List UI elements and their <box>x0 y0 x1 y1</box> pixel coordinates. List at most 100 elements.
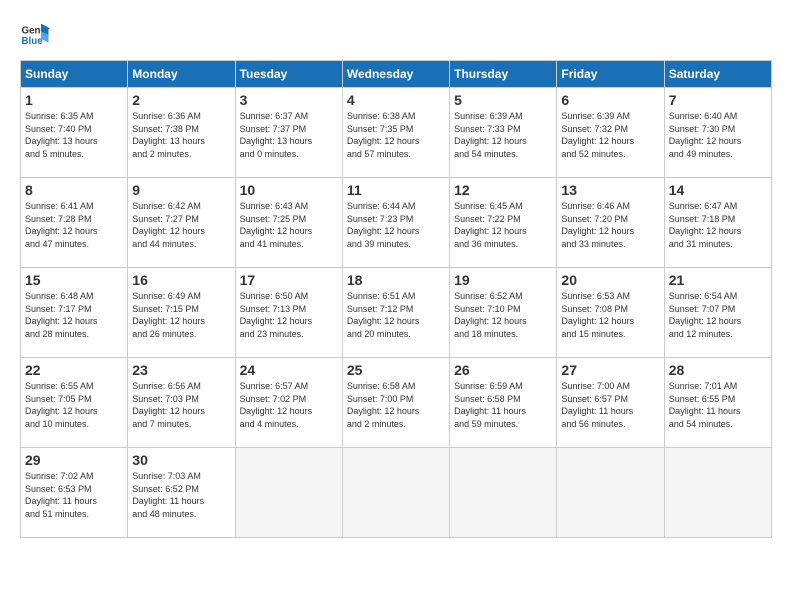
day-cell: 4 Sunrise: 6:38 AMSunset: 7:35 PMDaylight… <box>342 88 449 178</box>
calendar-week-row: 22Sunrise: 6:55 AMSunset: 7:05 PMDayligh… <box>21 358 772 448</box>
weekday-header-saturday: Saturday <box>664 61 771 88</box>
day-cell: 17 Sunrise: 6:50 AMSunset: 7:13 PMDayligh… <box>235 268 342 358</box>
day-info: Sunrise: 6:43 AMSunset: 7:25 PMDaylight:… <box>240 200 338 250</box>
day-number: 19 <box>454 272 552 288</box>
weekday-header-sunday: Sunday <box>21 61 128 88</box>
day-info: Sunrise: 6:47 AMSunset: 7:18 PMDaylight:… <box>669 200 767 250</box>
day-number: 21 <box>669 272 767 288</box>
day-number: 13 <box>561 182 659 198</box>
day-cell: 24Sunrise: 6:57 AMSunset: 7:02 PMDayligh… <box>235 358 342 448</box>
day-info: Sunrise: 6:44 AMSunset: 7:23 PMDaylight:… <box>347 200 445 250</box>
day-info: Sunrise: 6:35 AMSunset: 7:40 PMDaylight:… <box>25 110 123 160</box>
day-info: Sunrise: 6:50 AMSunset: 7:13 PMDaylight:… <box>240 290 338 340</box>
day-info: Sunrise: 6:46 AMSunset: 7:20 PMDaylight:… <box>561 200 659 250</box>
day-number: 1 <box>25 92 123 108</box>
day-number: 25 <box>347 362 445 378</box>
weekday-header-friday: Friday <box>557 61 664 88</box>
day-cell: 10 Sunrise: 6:43 AMSunset: 7:25 PMDayligh… <box>235 178 342 268</box>
day-number: 29 <box>25 452 123 468</box>
day-info: Sunrise: 6:51 AMSunset: 7:12 PMDaylight:… <box>347 290 445 340</box>
day-cell: 12Sunrise: 6:45 AMSunset: 7:22 PMDayligh… <box>450 178 557 268</box>
calendar-week-row: 1 Sunrise: 6:35 AMSunset: 7:40 PMDaylight… <box>21 88 772 178</box>
day-cell: 5Sunrise: 6:39 AMSunset: 7:33 PMDaylight… <box>450 88 557 178</box>
day-info: Sunrise: 6:59 AMSunset: 6:58 PMDaylight:… <box>454 380 552 430</box>
weekday-header-wednesday: Wednesday <box>342 61 449 88</box>
day-info: Sunrise: 6:53 AMSunset: 7:08 PMDaylight:… <box>561 290 659 340</box>
day-number: 4 <box>347 92 445 108</box>
empty-cell <box>450 448 557 538</box>
day-info: Sunrise: 7:00 AMSunset: 6:57 PMDaylight:… <box>561 380 659 430</box>
day-number: 17 <box>240 272 338 288</box>
day-cell: 16 Sunrise: 6:49 AMSunset: 7:15 PMDayligh… <box>128 268 235 358</box>
day-number: 20 <box>561 272 659 288</box>
day-info: Sunrise: 7:01 AMSunset: 6:55 PMDaylight:… <box>669 380 767 430</box>
day-number: 16 <box>132 272 230 288</box>
day-number: 22 <box>25 362 123 378</box>
day-cell: 11 Sunrise: 6:44 AMSunset: 7:23 PMDayligh… <box>342 178 449 268</box>
day-cell: 27 Sunrise: 7:00 AMSunset: 6:57 PMDayligh… <box>557 358 664 448</box>
day-info: Sunrise: 6:40 AMSunset: 7:30 PMDaylight:… <box>669 110 767 160</box>
calendar-week-row: 15 Sunrise: 6:48 AMSunset: 7:17 PMDayligh… <box>21 268 772 358</box>
day-cell: 13 Sunrise: 6:46 AMSunset: 7:20 PMDayligh… <box>557 178 664 268</box>
day-number: 14 <box>669 182 767 198</box>
header: General Blue <box>20 20 772 50</box>
day-number: 2 <box>132 92 230 108</box>
empty-cell <box>235 448 342 538</box>
day-number: 18 <box>347 272 445 288</box>
day-cell: 29 Sunrise: 7:02 AMSunset: 6:53 PMDayligh… <box>21 448 128 538</box>
day-number: 10 <box>240 182 338 198</box>
day-info: Sunrise: 7:02 AMSunset: 6:53 PMDaylight:… <box>25 470 123 520</box>
weekday-header-monday: Monday <box>128 61 235 88</box>
day-info: Sunrise: 6:56 AMSunset: 7:03 PMDaylight:… <box>132 380 230 430</box>
day-cell: 8 Sunrise: 6:41 AMSunset: 7:28 PMDaylight… <box>21 178 128 268</box>
weekday-header-tuesday: Tuesday <box>235 61 342 88</box>
day-number: 8 <box>25 182 123 198</box>
logo: General Blue <box>20 20 50 50</box>
day-cell: 23 Sunrise: 6:56 AMSunset: 7:03 PMDayligh… <box>128 358 235 448</box>
day-cell: 21Sunrise: 6:54 AMSunset: 7:07 PMDayligh… <box>664 268 771 358</box>
day-info: Sunrise: 7:03 AMSunset: 6:52 PMDaylight:… <box>132 470 230 520</box>
weekday-header-row: SundayMondayTuesdayWednesdayThursdayFrid… <box>21 61 772 88</box>
day-info: Sunrise: 6:38 AMSunset: 7:35 PMDaylight:… <box>347 110 445 160</box>
calendar: SundayMondayTuesdayWednesdayThursdayFrid… <box>20 60 772 538</box>
day-cell: 14 Sunrise: 6:47 AMSunset: 7:18 PMDayligh… <box>664 178 771 268</box>
day-number: 27 <box>561 362 659 378</box>
day-number: 5 <box>454 92 552 108</box>
day-number: 28 <box>669 362 767 378</box>
day-info: Sunrise: 6:36 AMSunset: 7:38 PMDaylight:… <box>132 110 230 160</box>
day-number: 23 <box>132 362 230 378</box>
day-info: Sunrise: 6:45 AMSunset: 7:22 PMDaylight:… <box>454 200 552 250</box>
day-number: 11 <box>347 182 445 198</box>
day-info: Sunrise: 6:39 AMSunset: 7:32 PMDaylight:… <box>561 110 659 160</box>
day-info: Sunrise: 6:42 AMSunset: 7:27 PMDaylight:… <box>132 200 230 250</box>
day-cell: 3 Sunrise: 6:37 AMSunset: 7:37 PMDaylight… <box>235 88 342 178</box>
logo-icon: General Blue <box>20 20 50 50</box>
day-cell: 18 Sunrise: 6:51 AMSunset: 7:12 PMDayligh… <box>342 268 449 358</box>
day-info: Sunrise: 6:49 AMSunset: 7:15 PMDaylight:… <box>132 290 230 340</box>
day-info: Sunrise: 6:57 AMSunset: 7:02 PMDaylight:… <box>240 380 338 430</box>
day-cell: 19 Sunrise: 6:52 AMSunset: 7:10 PMDayligh… <box>450 268 557 358</box>
day-info: Sunrise: 6:48 AMSunset: 7:17 PMDaylight:… <box>25 290 123 340</box>
day-number: 7 <box>669 92 767 108</box>
day-number: 3 <box>240 92 338 108</box>
calendar-week-row: 29 Sunrise: 7:02 AMSunset: 6:53 PMDayligh… <box>21 448 772 538</box>
svg-text:Blue: Blue <box>22 36 44 47</box>
day-number: 26 <box>454 362 552 378</box>
day-number: 9 <box>132 182 230 198</box>
day-cell: 7 Sunrise: 6:40 AMSunset: 7:30 PMDaylight… <box>664 88 771 178</box>
day-info: Sunrise: 6:41 AMSunset: 7:28 PMDaylight:… <box>25 200 123 250</box>
day-number: 6 <box>561 92 659 108</box>
day-cell: 30Sunrise: 7:03 AMSunset: 6:52 PMDayligh… <box>128 448 235 538</box>
day-number: 15 <box>25 272 123 288</box>
day-info: Sunrise: 6:37 AMSunset: 7:37 PMDaylight:… <box>240 110 338 160</box>
day-info: Sunrise: 6:52 AMSunset: 7:10 PMDaylight:… <box>454 290 552 340</box>
day-cell: 25 Sunrise: 6:58 AMSunset: 7:00 PMDayligh… <box>342 358 449 448</box>
day-cell: 26 Sunrise: 6:59 AMSunset: 6:58 PMDayligh… <box>450 358 557 448</box>
day-cell: 2 Sunrise: 6:36 AMSunset: 7:38 PMDaylight… <box>128 88 235 178</box>
day-cell: 28 Sunrise: 7:01 AMSunset: 6:55 PMDayligh… <box>664 358 771 448</box>
empty-cell <box>557 448 664 538</box>
day-cell: 22Sunrise: 6:55 AMSunset: 7:05 PMDayligh… <box>21 358 128 448</box>
day-cell: 9 Sunrise: 6:42 AMSunset: 7:27 PMDaylight… <box>128 178 235 268</box>
day-info: Sunrise: 6:58 AMSunset: 7:00 PMDaylight:… <box>347 380 445 430</box>
day-cell: 20 Sunrise: 6:53 AMSunset: 7:08 PMDayligh… <box>557 268 664 358</box>
